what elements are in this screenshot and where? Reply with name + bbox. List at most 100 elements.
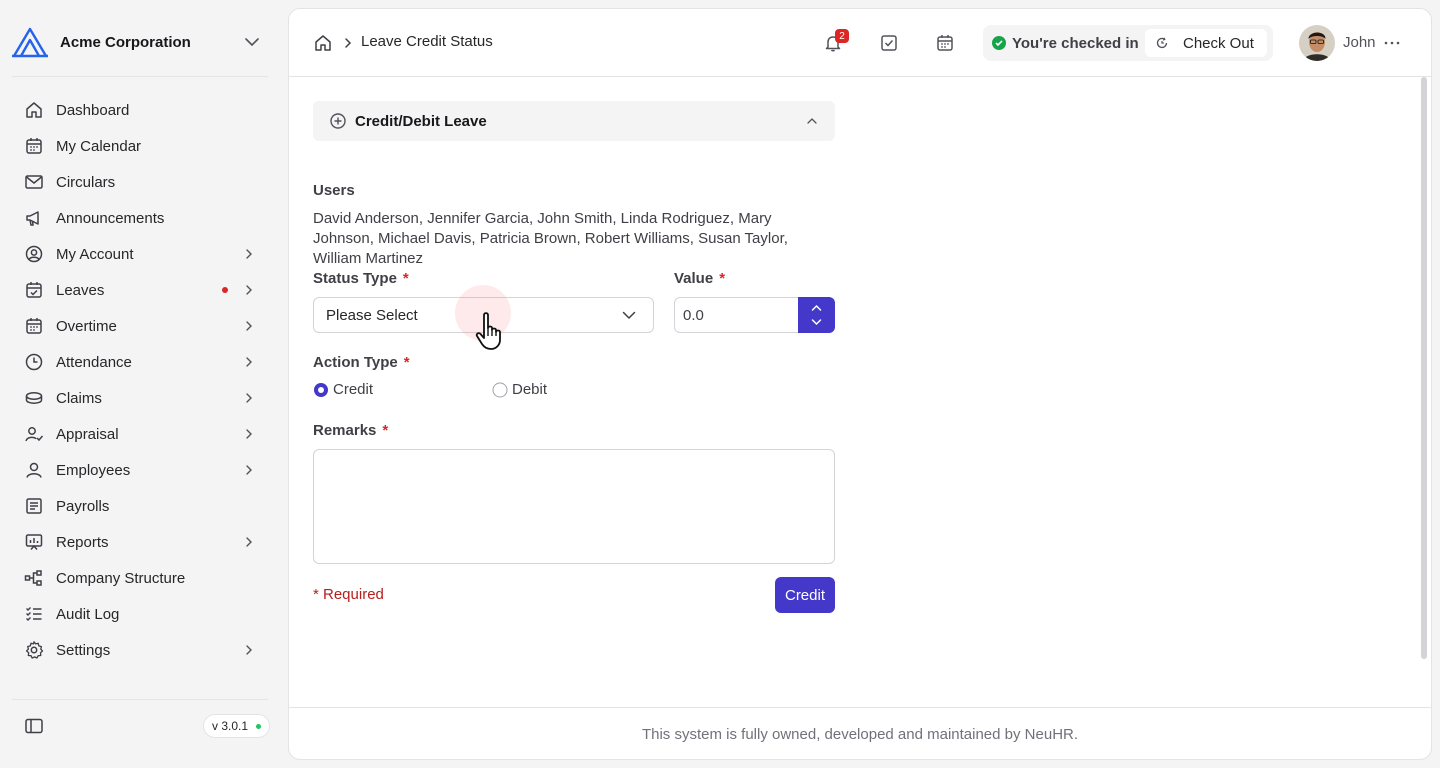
main-panel: Leave Credit Status 2 You're checked in …	[288, 8, 1432, 760]
user-check-icon	[24, 424, 44, 444]
sidebar-item-audit-log[interactable]: Audit Log	[12, 596, 268, 632]
avatar-image	[1299, 25, 1335, 61]
chevron-right-icon	[246, 537, 252, 547]
sidebar-item-payrolls[interactable]: Payrolls	[12, 488, 268, 524]
chevron-up-icon	[807, 118, 817, 124]
sidebar-item-claims[interactable]: Claims	[12, 380, 268, 416]
chevron-right-icon	[246, 429, 252, 439]
sidebar-item-reports[interactable]: Reports	[12, 524, 268, 560]
sidebar-item-label: Employees	[56, 461, 131, 479]
plus-circle-icon	[330, 113, 346, 129]
sidebar-nav: Dashboard My Calendar Circulars Announce…	[12, 92, 268, 668]
sidebar-toggle-icon[interactable]	[24, 716, 44, 736]
mail-icon	[24, 172, 44, 192]
radio-unselected-icon	[492, 382, 508, 397]
more-horizontal-icon[interactable]	[1383, 33, 1401, 53]
sidebar-item-dashboard[interactable]: Dashboard	[12, 92, 268, 128]
sidebar-item-appraisal[interactable]: Appraisal	[12, 416, 268, 452]
receipt-icon	[24, 496, 44, 516]
sidebar-item-label: Announcements	[56, 209, 165, 227]
status-type-label: Status Type *	[313, 270, 409, 287]
sidebar-item-company-structure[interactable]: Company Structure	[12, 560, 268, 596]
section-title: Credit/Debit Leave	[355, 112, 487, 130]
gear-icon	[24, 640, 44, 660]
sidebar-item-circulars[interactable]: Circulars	[12, 164, 268, 200]
check-circle-icon	[992, 36, 1006, 50]
task-check-icon[interactable]	[879, 33, 899, 53]
version-text: v 3.0.1	[212, 719, 249, 733]
action-credit-radio[interactable]: Credit	[313, 381, 373, 398]
sidebar-item-label: Claims	[56, 389, 102, 407]
avatar[interactable]	[1299, 25, 1335, 61]
sidebar-item-label: My Account	[56, 245, 134, 263]
required-asterisk: *	[402, 270, 409, 287]
sidebar-item-label: Circulars	[56, 173, 116, 191]
value-input[interactable]	[674, 297, 800, 333]
sidebar-item-label: Appraisal	[56, 425, 119, 443]
credit-debit-accordion-header[interactable]: Credit/Debit Leave	[313, 101, 835, 141]
sidebar-item-label: Overtime	[56, 317, 117, 335]
status-dot	[256, 723, 262, 729]
chevron-right-icon	[246, 465, 252, 475]
status-type-label-text: Status Type	[313, 270, 397, 287]
sidebar-item-label: Reports	[56, 533, 109, 551]
action-debit-radio[interactable]: Debit	[492, 381, 547, 398]
list-check-icon	[24, 604, 44, 624]
chevron-down-icon	[245, 38, 259, 46]
check-out-label: Check Out	[1183, 34, 1254, 52]
sidebar-divider	[12, 76, 268, 77]
version-badge: v 3.0.1	[203, 714, 271, 738]
required-note: * Required	[313, 586, 384, 603]
value-stepper[interactable]	[798, 297, 835, 333]
required-asterisk: *	[719, 270, 726, 287]
sidebar-item-attendance[interactable]: Attendance	[12, 344, 268, 380]
calendar-icon[interactable]	[935, 33, 955, 53]
user-circle-icon	[24, 244, 44, 264]
notification-badge: 2	[835, 29, 849, 43]
credit-submit-button[interactable]: Credit	[775, 577, 835, 613]
chevron-right-icon	[246, 393, 252, 403]
remarks-textarea[interactable]	[313, 449, 835, 564]
sidebar-item-label: Dashboard	[56, 101, 130, 119]
sidebar-item-label: Leaves	[56, 281, 105, 299]
org-switcher[interactable]: Acme Corporation	[12, 24, 270, 60]
checkin-status-text: You're checked in	[1012, 34, 1139, 52]
check-out-button[interactable]: Check Out	[1145, 29, 1267, 57]
value-label: Value *	[674, 270, 725, 287]
top-bar: Leave Credit Status 2 You're checked in …	[289, 9, 1431, 77]
sidebar-item-label: Settings	[56, 641, 111, 659]
sidebar-item-announcements[interactable]: Announcements	[12, 200, 268, 236]
chevron-right-icon	[246, 645, 252, 655]
company-logo-icon	[12, 27, 48, 58]
sidebar-item-my-calendar[interactable]: My Calendar	[12, 128, 268, 164]
home-icon[interactable]	[313, 33, 333, 53]
scrollbar[interactable]	[1421, 77, 1427, 659]
chevron-right-icon	[246, 321, 252, 331]
calendar-check-icon	[24, 280, 44, 300]
chevron-right-icon	[345, 38, 352, 48]
clock-icon	[24, 352, 44, 372]
chevron-right-icon	[246, 357, 252, 367]
radio-selected-icon	[314, 382, 328, 397]
sidebar-item-label: Payrolls	[56, 497, 110, 515]
megaphone-icon	[24, 208, 44, 228]
radio-label: Credit	[333, 381, 374, 398]
footer: This system is fully owned, developed an…	[289, 707, 1431, 759]
users-list: David Anderson, Jennifer Garcia, John Sm…	[313, 210, 788, 267]
sidebar-item-label: Audit Log	[56, 605, 120, 623]
sidebar-item-employees[interactable]: Employees	[12, 452, 268, 488]
sidebar-item-my-account[interactable]: My Account	[12, 236, 268, 272]
report-chart-icon	[24, 532, 44, 552]
notification-dot	[222, 287, 228, 293]
hierarchy-icon	[24, 568, 44, 588]
user-icon	[24, 460, 44, 480]
sidebar-item-label: Company Structure	[56, 569, 186, 587]
value-label-text: Value	[674, 270, 714, 287]
user-name[interactable]: John	[1343, 34, 1376, 51]
users-label: Users	[313, 182, 355, 199]
sidebar-item-settings[interactable]: Settings	[12, 632, 268, 668]
sidebar: Acme Corporation Dashboard My Calendar C…	[0, 0, 280, 768]
sidebar-item-leaves[interactable]: Leaves	[12, 272, 268, 308]
required-asterisk: *	[403, 354, 410, 371]
sidebar-item-overtime[interactable]: Overtime	[12, 308, 268, 344]
